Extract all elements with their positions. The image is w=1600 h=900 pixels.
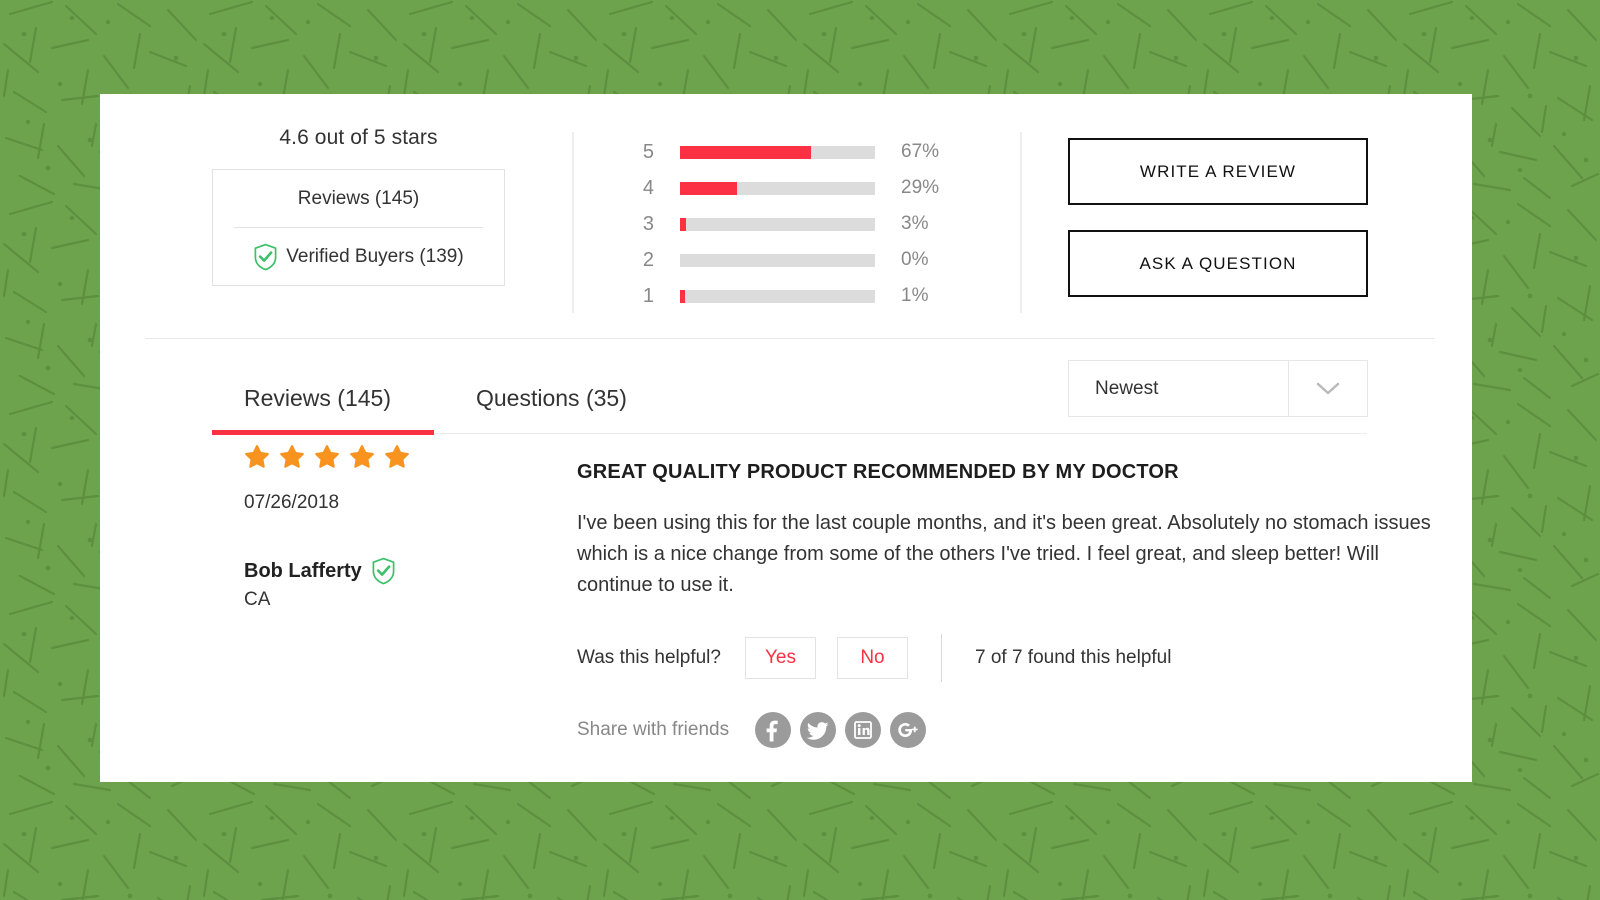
review-title: GREAT QUALITY PRODUCT RECOMMENDED BY MY … (577, 461, 1179, 483)
reviews-count-row: Reviews (145) (213, 170, 504, 227)
star-icon (384, 444, 410, 475)
tab-reviews-label: Reviews (145) (244, 384, 391, 411)
histogram-track (680, 145, 875, 159)
facebook-icon[interactable] (755, 712, 792, 748)
histogram-row[interactable]: 2 0% (628, 242, 953, 278)
histogram-fill (680, 217, 686, 231)
star-icon (314, 444, 340, 475)
review-body: I've been using this for the last couple… (577, 512, 1431, 596)
chevron-down-icon[interactable] (1288, 361, 1367, 416)
histogram-row[interactable]: 5 67% (628, 134, 953, 170)
histogram-percent-label: 67% (901, 141, 940, 162)
reviews-count-label: Reviews (145) (297, 187, 420, 209)
histogram-star-label: 3 (642, 212, 654, 235)
histogram-percent-label: 3% (901, 213, 929, 234)
review-content: GREAT QUALITY PRODUCT RECOMMENDED BY MY … (577, 444, 1457, 748)
sort-selected-value: Newest (1095, 377, 1159, 399)
star-icon (279, 444, 305, 475)
star-icon (244, 444, 270, 475)
verified-buyers-label: Verified Buyers (139) (286, 245, 464, 267)
ask-question-button[interactable]: ASK A QUESTION (1068, 230, 1368, 297)
average-rating-block: 4.6 out of 5 stars Reviews (145) Verifie… (212, 126, 505, 286)
tab-questions[interactable]: Questions (35) (476, 362, 627, 434)
review-author-name: Bob Lafferty (244, 559, 362, 582)
tab-reviews[interactable]: Reviews (145) (244, 362, 391, 434)
histogram-fill (680, 181, 737, 195)
helpful-no-button[interactable]: No (836, 637, 908, 679)
summary-divider-left (572, 132, 574, 313)
summary-actions: WRITE A REVIEW ASK A QUESTION (1068, 138, 1368, 297)
share-label: Share with friends (577, 719, 730, 740)
shield-check-icon (253, 243, 278, 271)
histogram-track (680, 181, 875, 195)
googleplus-icon[interactable] (890, 712, 927, 748)
summary-bottom-separator (145, 338, 1435, 339)
review-star-rating (244, 444, 494, 475)
linkedin-icon[interactable] (845, 712, 882, 748)
counts-box: Reviews (145) Verified Buyers (139) (212, 169, 505, 286)
average-rating-text: 4.6 out of 5 stars (279, 126, 438, 149)
histogram-fill (680, 289, 686, 303)
histogram-percent-label: 29% (901, 177, 940, 198)
histogram-star-label: 1 (642, 284, 654, 307)
histogram-fill (680, 145, 811, 159)
review-meta: 07/26/2018 Bob Lafferty CA (244, 444, 494, 611)
share-row: Share with friends (577, 712, 1457, 748)
histogram-track (680, 289, 875, 303)
helpful-count-text: 7 of 7 found this helpful (974, 647, 1172, 668)
histogram-row[interactable]: 3 3% (628, 206, 953, 242)
tab-active-indicator (212, 430, 434, 435)
histogram-star-label: 2 (642, 248, 654, 271)
histogram-star-label: 4 (642, 176, 654, 199)
summary-divider-right (1020, 132, 1022, 313)
review-author: Bob Lafferty (244, 557, 494, 585)
histogram-row[interactable]: 1 1% (628, 278, 953, 314)
tab-questions-label: Questions (35) (476, 384, 627, 411)
rating-histogram: 5 67% 4 29% 3 3% 2 0% 1 1% (628, 134, 953, 314)
helpful-question: Was this helpful? (577, 647, 721, 668)
twitter-icon[interactable] (800, 712, 837, 748)
histogram-track (680, 217, 875, 231)
verified-buyers-row: Verified Buyers (139) (213, 228, 504, 285)
histogram-star-label: 5 (642, 140, 654, 163)
star-icon (349, 444, 375, 475)
reviews-card: 4.6 out of 5 stars Reviews (145) Verifie… (100, 94, 1472, 782)
summary-section: 4.6 out of 5 stars Reviews (145) Verifie… (100, 94, 1472, 338)
sort-dropdown[interactable]: Newest (1068, 360, 1368, 417)
helpful-yes-button[interactable]: Yes (744, 637, 816, 679)
histogram-percent-label: 0% (901, 249, 929, 270)
histogram-row[interactable]: 4 29% (628, 170, 953, 206)
helpful-row: Was this helpful? Yes No 7 of 7 found th… (577, 634, 1457, 682)
shield-check-icon (371, 557, 396, 585)
helpful-divider (940, 634, 942, 682)
histogram-percent-label: 1% (901, 285, 929, 306)
review-location: CA (244, 589, 271, 610)
review-date: 07/26/2018 (244, 492, 340, 513)
write-review-button[interactable]: WRITE A REVIEW (1068, 138, 1368, 205)
histogram-track (680, 253, 875, 267)
